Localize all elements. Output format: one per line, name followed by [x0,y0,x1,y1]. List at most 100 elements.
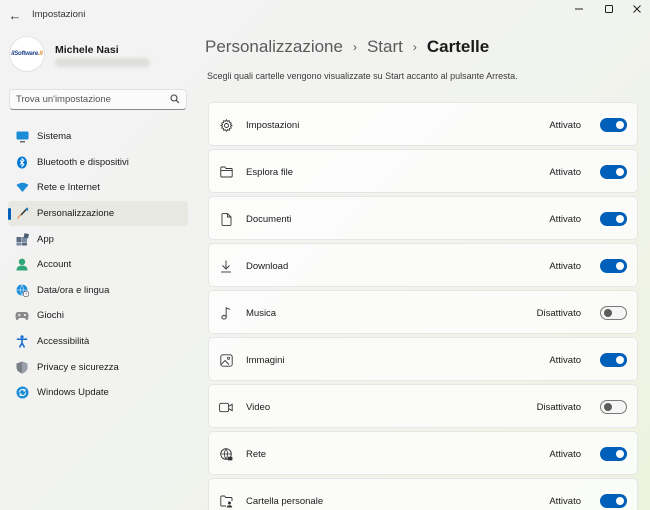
toggle-state-label: Disattivato [536,402,581,413]
breadcrumb-personalizzazione[interactable]: Personalizzazione [205,37,343,57]
sidebar-item-label: Accessibilità [37,336,90,348]
folder-label: Esplora file [246,167,293,178]
page-title: Cartelle [426,37,490,56]
sidebar-item-label: Privacy e sicurezza [37,361,119,373]
bluetooth-icon [15,155,29,169]
sidebar-item-label: App [37,233,54,245]
network-globe-icon [219,447,233,461]
toggle-state-label: Disattivato [536,308,581,319]
folder-row-rete: Rete Attivato [208,431,638,475]
sidebar-item-personalizzazione[interactable]: Personalizzazione [8,200,188,227]
folder-row-impostazioni: Impostazioni Attivato [208,102,638,146]
apps-icon [15,232,29,246]
avatar-logo: ilSoftware.it [11,51,43,57]
toggle-switch[interactable] [600,259,627,273]
chevron-right-icon: › [352,40,357,54]
close-button[interactable] [622,0,650,18]
sidebar-item-bluetooth[interactable]: Bluetooth e dispositivi [8,150,188,176]
sidebar-item-label: Bluetooth e dispositivi [37,156,129,168]
paintbrush-icon [15,207,29,221]
toggle-switch[interactable] [600,494,627,508]
toggle-state-label: Attivato [549,449,581,460]
folder-list: Impostazioni Attivato Esplora file Attiv… [208,102,638,510]
search-icon [170,94,180,104]
sidebar-item-label: Personalizzazione [37,208,115,220]
folder-row-cartella-personale: Cartella personale Attivato [208,478,638,510]
image-icon [219,353,233,367]
folder-row-esplora-file: Esplora file Attivato [208,149,638,193]
music-note-icon [219,306,233,320]
sidebar-item-label: Data/ora e lingua [37,284,110,296]
toggle-state-label: Attivato [549,261,581,272]
toggle-state-label: Attivato [549,167,581,178]
monitor-icon [15,130,29,144]
toggle-switch[interactable] [600,165,627,179]
profile-email-redacted [55,58,150,67]
toggle-switch[interactable] [600,212,627,226]
sidebar-item-giochi[interactable]: Giochi [8,303,188,329]
arrow-left-icon: ← [8,7,22,23]
sidebar-item-label: Account [37,259,72,271]
folder-row-video: Video Disattivato [208,384,638,428]
folder-row-musica: Musica Disattivato [208,290,638,334]
gamepad-icon [15,309,29,323]
profile-name: Michele Nasi [55,44,119,56]
shield-icon [15,360,29,374]
toggle-state-label: Attivato [549,214,581,225]
folder-row-immagini: Immagini Attivato [208,337,638,381]
toggle-switch[interactable] [600,447,627,461]
folder-label: Download [246,261,289,272]
folder-row-download: Download Attivato [208,243,638,287]
toggle-state-label: Attivato [549,496,581,507]
update-icon [15,386,29,400]
close-icon [633,5,641,13]
toggle-state-label: Attivato [549,355,581,366]
sidebar-item-label: Rete e Internet [37,182,100,194]
folder-label: Documenti [246,214,292,225]
toggle-switch[interactable] [600,306,627,320]
minimize-button[interactable] [564,0,594,18]
folder-label: Cartella personale [246,496,324,507]
chevron-right-icon: › [412,40,417,54]
sidebar-item-label: Windows Update [37,387,109,399]
sidebar-item-account[interactable]: Account [8,252,188,278]
maximize-button[interactable] [594,0,624,18]
folder-label: Video [246,402,271,413]
sidebar-item-windows-update[interactable]: Windows Update [8,380,188,406]
folder-label: Rete [246,449,267,460]
back-button[interactable]: ← [4,4,26,26]
toggle-switch[interactable] [600,118,627,132]
sidebar-item-label: Sistema [37,131,72,143]
sidebar-item-app[interactable]: App [8,226,188,252]
wifi-icon [15,181,29,195]
sidebar-item-data-ora[interactable]: Data/ora e lingua [8,278,188,304]
app-title: Impostazioni [32,9,86,20]
sidebar-item-rete[interactable]: Rete e Internet [8,175,188,201]
sidebar-item-label: Giochi [37,310,64,322]
folder-label: Musica [246,308,277,319]
sidebar-item-privacy[interactable]: Privacy e sicurezza [8,354,188,380]
person-icon [15,258,29,272]
sidebar-item-sistema[interactable]: Sistema [8,124,188,150]
minimize-icon [575,8,583,10]
document-icon [219,212,233,226]
sidebar-nav: Sistema Bluetooth e dispositivi Rete e I… [8,124,188,406]
sidebar-item-accessibilita[interactable]: Accessibilità [8,329,188,355]
folder-label: Impostazioni [246,120,300,131]
folder-row-documenti: Documenti Attivato [208,196,638,240]
search-input[interactable] [16,94,166,105]
accessibility-icon [15,335,29,349]
avatar[interactable]: ilSoftware.it [9,36,45,72]
folder-icon [219,165,233,179]
search-box[interactable] [9,89,187,110]
personal-folder-icon [219,494,233,508]
maximize-icon [605,5,613,13]
download-icon [219,259,233,273]
breadcrumb: Personalizzazione › Start › Cartelle [205,36,489,58]
breadcrumb-start[interactable]: Start [367,37,403,57]
gear-icon [219,118,233,132]
toggle-switch[interactable] [600,400,627,414]
page-description: Scegli quali cartelle vengono visualizza… [207,71,518,81]
toggle-switch[interactable] [600,353,627,367]
title-bar: ← Impostazioni [0,0,650,30]
